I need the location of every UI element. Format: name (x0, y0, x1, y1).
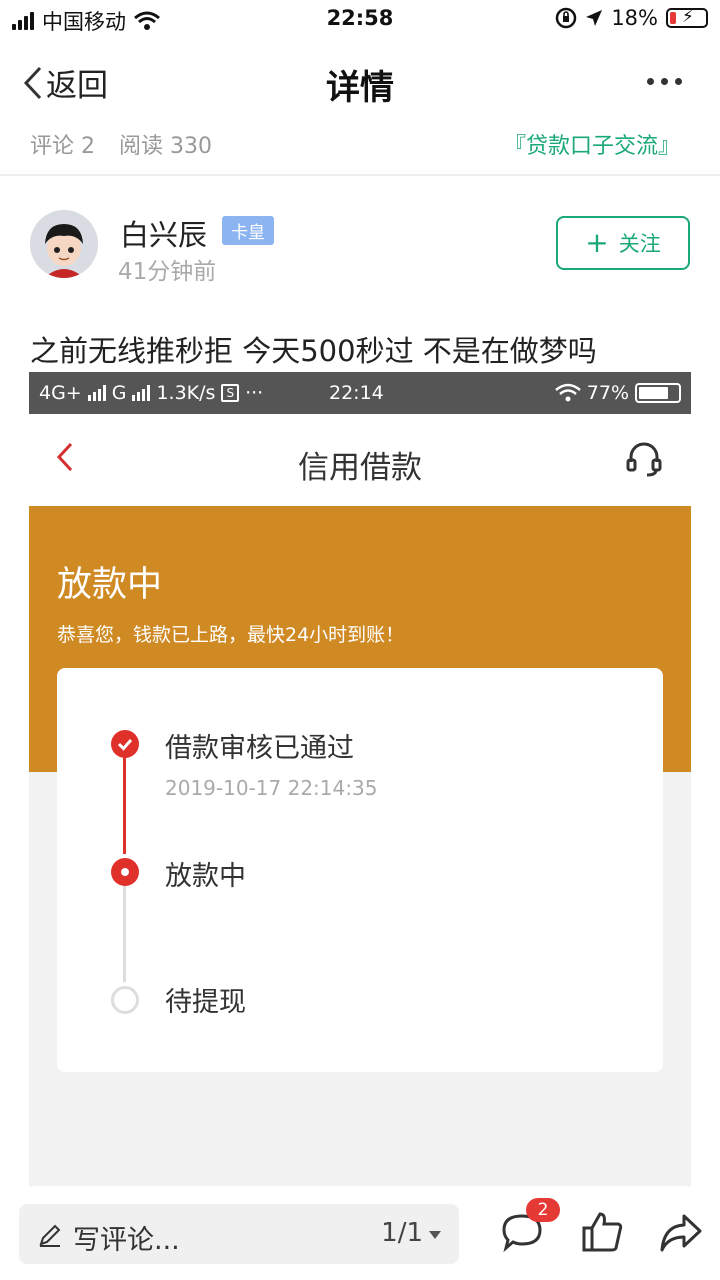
image-network-label: 4G+ (39, 382, 82, 404)
read-count: 阅读 330 (119, 134, 212, 159)
more-dot-icon (661, 78, 668, 85)
topic-link[interactable]: 『贷款口子交流』 (504, 128, 680, 160)
follow-button[interactable]: + 关注 (556, 216, 690, 270)
more-dot-icon (647, 78, 654, 85)
progress-line-pending (123, 872, 126, 982)
author-name[interactable]: 白兴辰 (120, 212, 207, 254)
progress-card: 借款审核已通过 2019-10-17 22:14:35 放款中 待提现 (57, 668, 663, 1072)
post-image[interactable]: 4G+ G 1.3K/s S ··· 22:14 77% 信用借款 放款中 恭喜… (29, 372, 691, 1186)
image-battery-icon (635, 383, 681, 403)
image-status-time: 22:14 (329, 382, 384, 404)
image-battery-level (639, 387, 669, 399)
rotation-lock-icon (556, 7, 577, 29)
status-bar: 中国移动 22:58 18% ⚡ (0, 0, 720, 40)
follow-label: 关注 (618, 232, 661, 256)
image-status-bar: 4G+ G 1.3K/s S ··· 22:14 77% (29, 372, 691, 414)
post-text: 之前无线推秒拒 今天500秒过 不是在做梦吗 (30, 334, 597, 368)
step-label: 放款中 (165, 861, 246, 892)
image-signal-icon (87, 385, 106, 401)
image-sim-icon: S (221, 384, 240, 402)
caret-down-icon (429, 1231, 441, 1239)
check-circle-icon (111, 730, 139, 758)
charging-bolt-icon: ⚡ (682, 7, 694, 27)
author-badge: 卡皇 (222, 216, 274, 245)
step-label: 待提现 (165, 987, 246, 1018)
location-icon (586, 10, 603, 26)
thumbs-up-icon[interactable] (580, 1210, 624, 1254)
post-time: 41分钟前 (118, 259, 217, 285)
pen-icon (39, 1224, 61, 1247)
image-signal2-icon (132, 385, 151, 401)
image-network2-label: G (111, 382, 127, 404)
back-label: 返回 (46, 68, 108, 104)
avatar[interactable] (30, 210, 98, 278)
chevron-left-icon (23, 66, 42, 99)
page-number: 1/1 (381, 1218, 423, 1248)
progress-line-done (123, 744, 126, 854)
battery-level (670, 12, 677, 24)
comment-placeholder: 写评论... (73, 1225, 180, 1256)
comment-badge: 2 (526, 1198, 560, 1222)
author-row: 白兴辰 卡皇 41分钟前 + 关注 (0, 208, 720, 288)
battery-icon: ⚡ (666, 7, 708, 28)
image-status-more: ··· (245, 382, 264, 404)
bottom-bar: 写评论... 1/1 2 (0, 1196, 720, 1280)
back-button[interactable]: 返回 (22, 60, 108, 105)
step-label: 借款审核已通过 (165, 733, 354, 764)
image-status-title: 放款中 (57, 565, 163, 605)
image-speed: 1.3K/s (156, 382, 216, 404)
image-status-subtitle: 恭喜您，钱款已上路，最快24小时到账！ (57, 624, 405, 646)
share-icon[interactable] (658, 1210, 704, 1254)
post-meta: 评论 2 阅读 330 『贷款口子交流』 (0, 122, 720, 176)
headset-icon (626, 442, 662, 477)
current-step-dot-icon (111, 858, 139, 886)
avatar-cartoon-icon (30, 210, 98, 278)
page-title: 详情 (326, 68, 394, 108)
more-dot-icon (675, 78, 682, 85)
image-wifi-icon (554, 383, 581, 402)
plus-icon: + (585, 226, 609, 259)
nav-bar: 返回 详情 (0, 40, 720, 122)
status-bar-right: 18% ⚡ (555, 6, 708, 30)
more-button[interactable] (647, 78, 682, 85)
page-indicator[interactable]: 1/1 (381, 1218, 441, 1248)
comment-count: 评论 2 (30, 134, 95, 159)
image-nav-bar: 信用借款 (29, 414, 691, 506)
image-battery-percent: 77% (586, 382, 629, 404)
pending-step-dot-icon (111, 986, 139, 1014)
step-time: 2019-10-17 22:14:35 (165, 776, 378, 800)
image-title: 信用借款 (298, 450, 422, 486)
battery-percent: 18% (611, 6, 658, 30)
comment-input[interactable]: 写评论... 1/1 (19, 1204, 459, 1264)
